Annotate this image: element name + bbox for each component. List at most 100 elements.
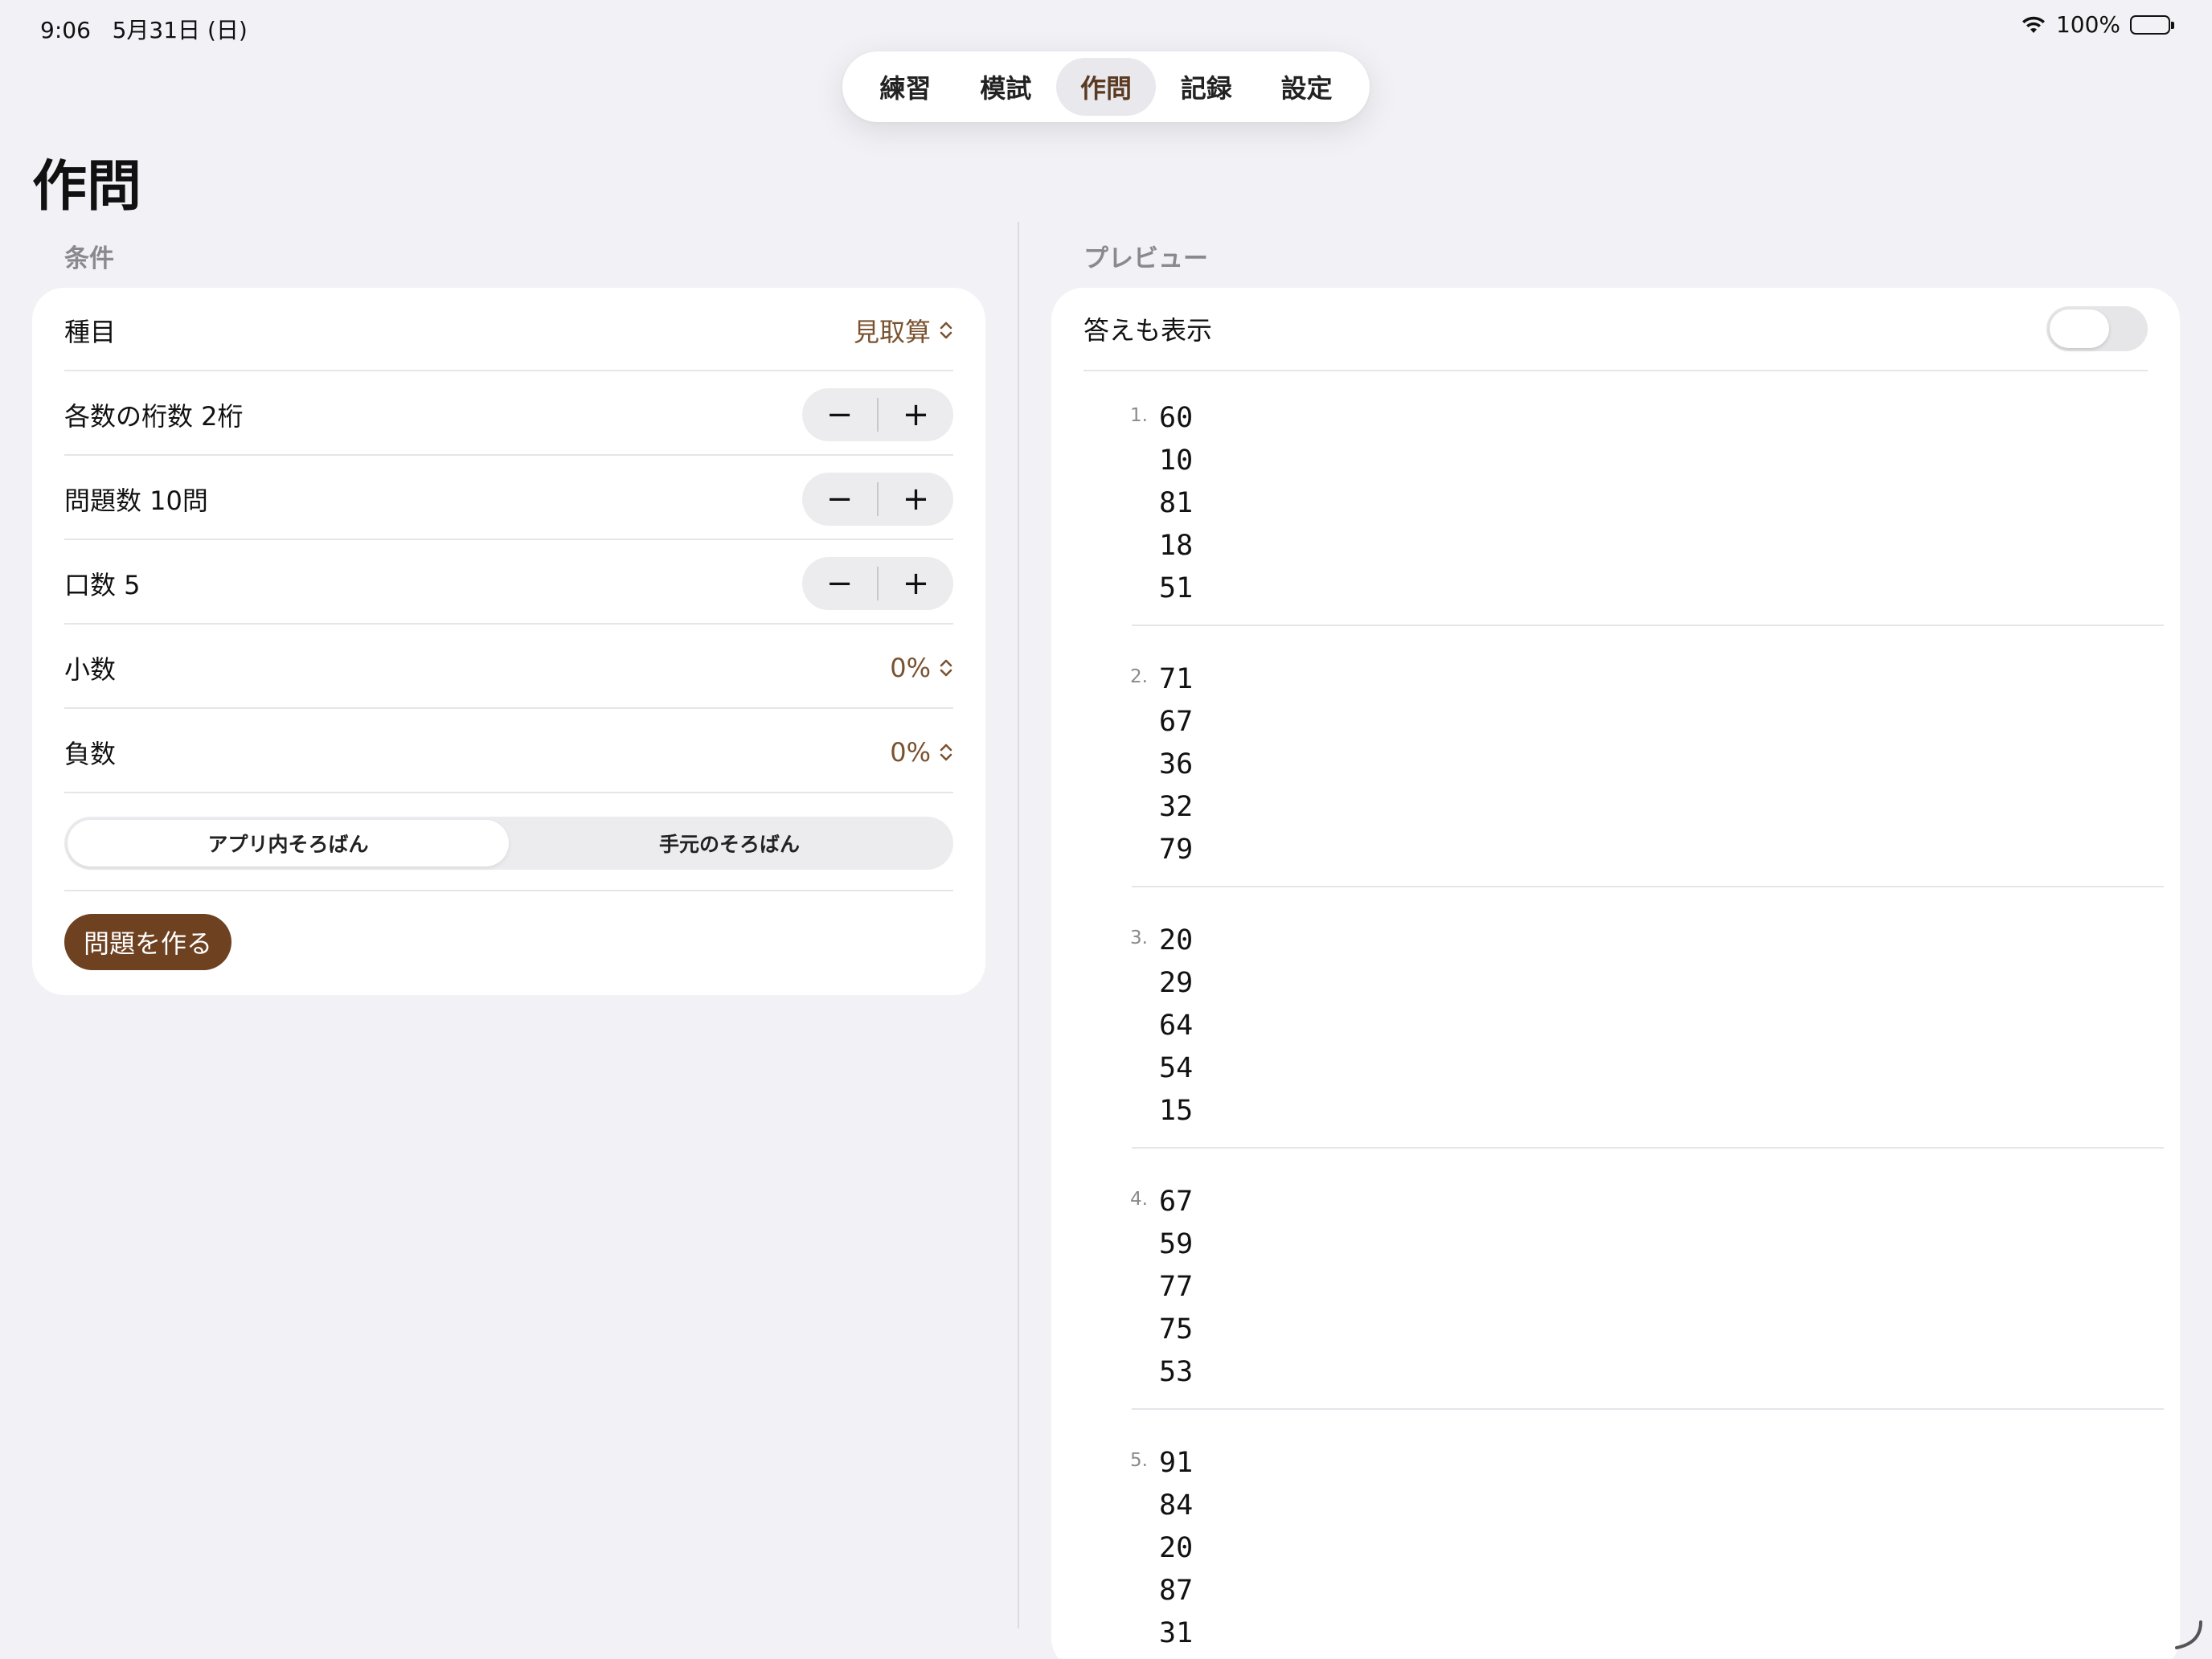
page-title: 作問 (32, 155, 142, 219)
show-answers-toggle[interactable] (2046, 306, 2148, 351)
tab-settings[interactable]: 設定 (1256, 58, 1357, 116)
category-row[interactable]: 種目 見取算 (64, 288, 953, 372)
negative-label: 負数 (64, 738, 117, 769)
digits-stepper: − + (802, 387, 953, 441)
problem-value: 20 (1159, 924, 1194, 956)
count-stepper: − + (802, 472, 953, 526)
problem-values: 20 29 64 54 15 (1159, 920, 1193, 1133)
battery-percent: 100% (2055, 11, 2120, 38)
tab-mock-exam[interactable]: 模試 (956, 58, 1056, 116)
problem-value: 36 (1159, 748, 1194, 780)
negative-value: 0% (890, 736, 931, 768)
digits-decrement-button[interactable]: − (802, 388, 877, 441)
problem-values: 91 84 20 87 31 (1159, 1442, 1193, 1655)
tab-records[interactable]: 記録 (1156, 58, 1256, 116)
decimal-row[interactable]: 小数 0% (64, 625, 953, 710)
category-value: 見取算 (853, 316, 931, 347)
decimal-picker[interactable]: 0% (890, 653, 953, 683)
problem-value: 71 (1159, 663, 1194, 695)
problem-value: 59 (1159, 1228, 1194, 1260)
row-divider (64, 370, 953, 371)
problem-number: 4. (1130, 1189, 1148, 1210)
count-increment-button[interactable]: + (879, 473, 953, 526)
problem-value: 79 (1159, 834, 1194, 866)
problem-value: 67 (1159, 1186, 1194, 1218)
decimal-value: 0% (890, 652, 931, 683)
problem-divider (1132, 625, 2164, 626)
row-divider (1083, 370, 2148, 371)
problem-value: 10 (1159, 444, 1194, 477)
problem-values: 67 59 77 75 53 (1159, 1181, 1193, 1394)
terms-label: 口数 5 (64, 569, 141, 600)
terms-row: 口数 5 − + (64, 541, 953, 625)
row-divider (64, 623, 953, 625)
make-problems-button[interactable]: 問題を作る (64, 914, 231, 970)
count-row: 問題数 10問 − + (64, 457, 953, 541)
problem-value: 54 (1159, 1052, 1194, 1084)
problem-divider (1132, 1408, 2164, 1410)
row-divider (64, 890, 953, 891)
count-label: 問題数 10問 (64, 485, 208, 516)
status-clock: 9:06 (40, 17, 91, 43)
segment-in-app-soroban[interactable]: アプリ内そろばん (68, 820, 509, 866)
status-right: 100% (2021, 11, 2174, 38)
problem-value: 31 (1159, 1617, 1194, 1649)
problem-value: 87 (1159, 1575, 1194, 1607)
digits-label: 各数の桁数 2桁 (64, 400, 244, 432)
problem-number: 1. (1130, 405, 1148, 426)
problem-value: 84 (1159, 1489, 1194, 1522)
problem-value: 20 (1159, 1532, 1194, 1564)
problem-number: 3. (1130, 928, 1148, 948)
tab-practice[interactable]: 練習 (855, 58, 956, 116)
problem-value: 60 (1159, 402, 1194, 434)
terms-decrement-button[interactable]: − (802, 557, 877, 610)
preview-header: プレビュー (1083, 244, 1208, 273)
problem-number: 2. (1130, 666, 1148, 687)
problem-value: 75 (1159, 1313, 1194, 1346)
negative-picker[interactable]: 0% (890, 737, 953, 768)
problem-value: 67 (1159, 706, 1194, 738)
problem-value: 81 (1159, 487, 1194, 519)
problem-values: 71 67 36 32 79 (1159, 658, 1193, 871)
category-label: 種目 (64, 316, 117, 347)
problem-value: 53 (1159, 1356, 1194, 1388)
battery-icon (2130, 14, 2174, 35)
category-picker[interactable]: 見取算 (854, 312, 953, 349)
problem-value: 29 (1159, 967, 1194, 999)
digits-row: 各数の桁数 2桁 − + (64, 372, 953, 457)
problem-value: 51 (1159, 572, 1194, 604)
preview-card: 答えも表示 1. 60 10 81 18 51 2. 71 67 36 32 7… (1051, 288, 2180, 1659)
soroban-mode-segmented-control: アプリ内そろばん 手元のそろばん (64, 817, 953, 870)
conditions-header: 条件 (64, 244, 114, 273)
problem-value: 15 (1159, 1095, 1194, 1127)
toggle-knob (2050, 309, 2109, 348)
digits-increment-button[interactable]: + (879, 388, 953, 441)
count-decrement-button[interactable]: − (802, 473, 877, 526)
problem-value: 64 (1159, 1010, 1194, 1042)
problem-number: 5. (1130, 1450, 1148, 1471)
chevron-up-down-icon (940, 659, 952, 676)
wifi-icon (2022, 16, 2045, 33)
chevron-up-down-icon (940, 322, 952, 338)
conditions-card: 種目 見取算 各数の桁数 2桁 − + 問題数 10問 − + 口数 5 − + (32, 288, 985, 995)
problem-divider (1132, 1147, 2164, 1149)
row-divider (64, 792, 953, 793)
row-divider (64, 539, 953, 540)
decimal-label: 小数 (64, 653, 117, 685)
problem-divider (1132, 886, 2164, 887)
terms-increment-button[interactable]: + (879, 557, 953, 610)
segment-physical-soroban[interactable]: 手元のそろばん (509, 820, 950, 866)
negative-row[interactable]: 負数 0% (64, 710, 953, 794)
problem-value: 32 (1159, 791, 1194, 823)
problem-value: 77 (1159, 1271, 1194, 1303)
split-divider (1018, 222, 1019, 1628)
show-answers-label: 答えも表示 (1083, 315, 1213, 346)
tab-create-problems[interactable]: 作問 (1055, 58, 1157, 116)
row-divider (64, 707, 953, 709)
terms-stepper: − + (802, 556, 953, 610)
status-time: 9:06 5月31日 (日) (40, 13, 248, 45)
chevron-up-down-icon (940, 743, 952, 760)
problem-value: 91 (1159, 1447, 1194, 1479)
resize-handle-icon[interactable] (2172, 1619, 2204, 1651)
status-bar: 9:06 5月31日 (日) 100% (0, 0, 2212, 51)
